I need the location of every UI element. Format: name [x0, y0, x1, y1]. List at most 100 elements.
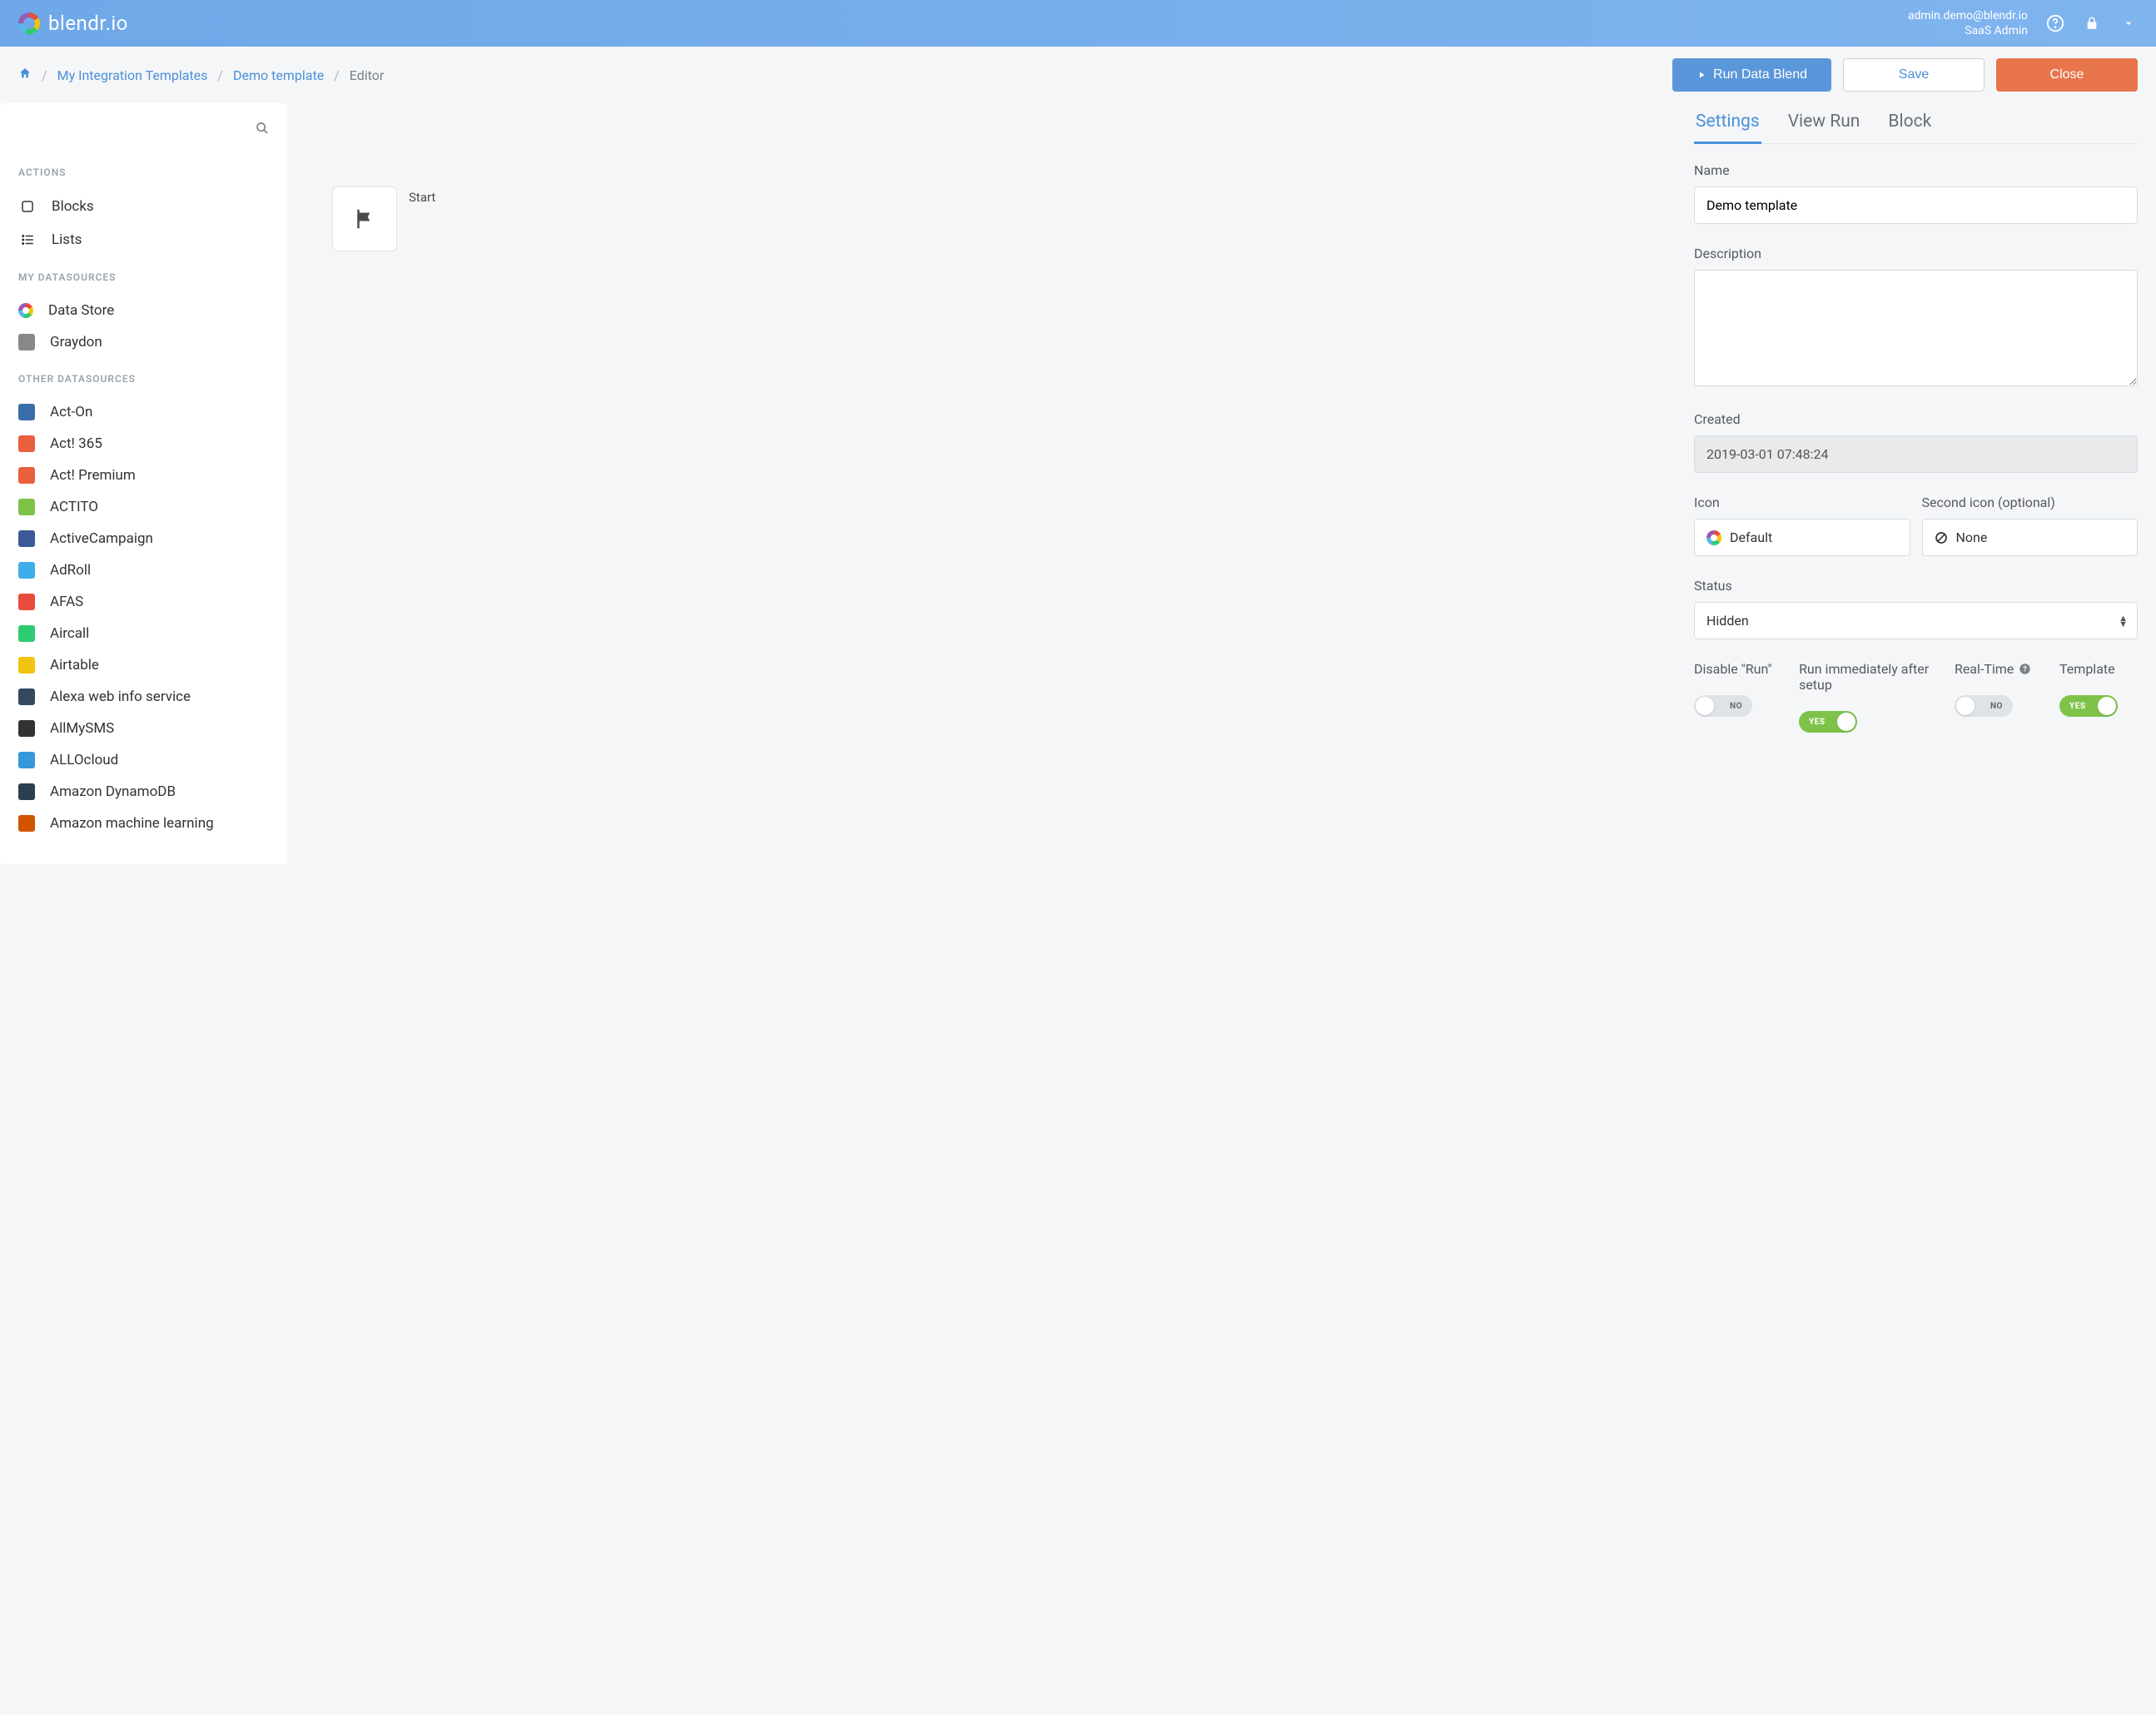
- start-node-box[interactable]: [332, 186, 397, 251]
- toggle-value: YES: [1809, 718, 1825, 727]
- sidebar-search[interactable]: [18, 117, 269, 152]
- start-node[interactable]: Start: [332, 186, 1649, 251]
- section-actions-head: ACTIONS: [18, 167, 269, 178]
- topbar: blendr.io admin.demo@blendr.io SaaS Admi…: [0, 0, 2156, 47]
- sidebar-item-label: Amazon machine learning: [50, 815, 214, 832]
- breadcrumb-templates[interactable]: My Integration Templates: [57, 67, 208, 83]
- sidebar-item-label: Blocks: [52, 198, 94, 215]
- sidebar-item-blocks[interactable]: Blocks: [18, 190, 269, 223]
- panel-tabs: Settings View Run Block: [1694, 103, 2138, 144]
- toggle-value: NO: [1730, 702, 1742, 711]
- breadcrumb-sep: /: [334, 67, 340, 83]
- sidebar-item-datasource[interactable]: Aircall: [18, 618, 269, 649]
- graydon-icon: [18, 334, 35, 350]
- disable-run-toggle[interactable]: NO: [1694, 695, 1752, 717]
- blendr-swirl-icon: [1706, 530, 1721, 545]
- topbar-right: admin.demo@blendr.io SaaS Admin: [1908, 8, 2138, 38]
- tab-block[interactable]: Block: [1886, 103, 1933, 144]
- icon-select[interactable]: Default: [1694, 519, 1910, 556]
- icon-label: Icon: [1694, 495, 1910, 510]
- lists-icon: [18, 231, 37, 249]
- toggle-knob: [1956, 697, 1975, 715]
- close-button[interactable]: Close: [1996, 58, 2138, 92]
- description-textarea[interactable]: [1694, 270, 2138, 386]
- none-icon: [1935, 531, 1948, 544]
- save-button[interactable]: Save: [1843, 58, 1985, 92]
- settings-panel: Settings View Run Block Name Description…: [1694, 103, 2156, 853]
- user-info: admin.demo@blendr.io SaaS Admin: [1908, 8, 2028, 38]
- help-icon[interactable]: ?: [2019, 663, 2031, 675]
- sidebar-item-label: ActiveCampaign: [50, 530, 153, 547]
- sidebar-item-datasource[interactable]: ActiveCampaign: [18, 523, 269, 554]
- datasource-icon: [18, 404, 35, 420]
- real-time-toggle[interactable]: NO: [1955, 695, 2013, 717]
- user-role: SaaS Admin: [1908, 23, 2028, 38]
- sidebar-item-datasource[interactable]: AdRoll: [18, 554, 269, 586]
- tab-settings[interactable]: Settings: [1694, 103, 1761, 144]
- sidebar-item-label: Lists: [52, 231, 82, 248]
- sidebar-item-datasource[interactable]: Act-On: [18, 396, 269, 428]
- template-label: Template: [2059, 661, 2138, 677]
- toggle-value: NO: [1990, 702, 2003, 711]
- sidebar-item-label: ALLOcloud: [50, 752, 118, 768]
- help-icon[interactable]: [2046, 14, 2064, 32]
- sidebar-item-label: Data Store: [48, 302, 114, 319]
- search-icon: [256, 122, 269, 135]
- canvas[interactable]: Start: [299, 103, 1682, 853]
- datasource-icon: [18, 467, 35, 484]
- sidebar-item-datasource[interactable]: Act! 365: [18, 428, 269, 460]
- run-after-setup-toggle[interactable]: YES: [1799, 711, 1857, 733]
- lock-icon[interactable]: [2083, 14, 2101, 32]
- sidebar-item-datasource[interactable]: ALLOcloud: [18, 744, 269, 776]
- datasource-icon: [18, 657, 35, 674]
- sidebar-item-label: Amazon DynamoDB: [50, 783, 176, 800]
- template-toggle[interactable]: YES: [2059, 695, 2118, 717]
- blocks-icon: [18, 197, 37, 216]
- run-button-label: Run Data Blend: [1713, 67, 1807, 82]
- sidebar-item-graydon[interactable]: Graydon: [18, 326, 269, 358]
- brand-text: blendr.io: [48, 12, 128, 35]
- sidebar-item-label: Graydon: [50, 334, 102, 350]
- disable-run-label: Disable "Run": [1694, 661, 1791, 677]
- flag-icon: [352, 206, 377, 231]
- brand-logo[interactable]: blendr.io: [18, 12, 128, 35]
- section-other-ds-head: OTHER DATASOURCES: [18, 373, 269, 385]
- sidebar-item-lists[interactable]: Lists: [18, 223, 269, 256]
- sidebar-item-datasource[interactable]: Alexa web info service: [18, 681, 269, 713]
- name-input[interactable]: [1694, 186, 2138, 224]
- close-button-label: Close: [2050, 67, 2084, 82]
- sidebar-item-label: Aircall: [50, 625, 89, 642]
- second-icon-select[interactable]: None: [1922, 519, 2139, 556]
- run-data-blend-button[interactable]: Run Data Blend: [1672, 58, 1831, 92]
- sidebar-item-label: AllMySMS: [50, 720, 114, 737]
- sidebar-item-datasource[interactable]: ACTITO: [18, 491, 269, 523]
- datasource-icon: [18, 562, 35, 579]
- status-select[interactable]: Hidden: [1694, 602, 2138, 639]
- sidebar-item-datasource[interactable]: Airtable: [18, 649, 269, 681]
- real-time-label: Real-Time ?: [1955, 661, 2051, 677]
- sidebar-item-data-store[interactable]: Data Store: [18, 295, 269, 326]
- main-layout: ACTIONS Blocks Lists MY DATASOURCES Data…: [0, 103, 2156, 864]
- home-icon[interactable]: [18, 67, 32, 83]
- save-button-label: Save: [1899, 67, 1929, 82]
- sidebar-item-datasource[interactable]: Act! Premium: [18, 460, 269, 491]
- tab-view-run[interactable]: View Run: [1786, 103, 1862, 144]
- header-actions: Run Data Blend Save Close: [1672, 58, 2138, 92]
- name-label: Name: [1694, 162, 2138, 178]
- sidebar-item-datasource[interactable]: Amazon machine learning: [18, 808, 269, 839]
- status-value: Hidden: [1706, 613, 1749, 629]
- datasource-icon: [18, 720, 35, 737]
- breadcrumb-demo[interactable]: Demo template: [233, 67, 324, 83]
- dropdown-caret-icon[interactable]: [2119, 14, 2138, 32]
- sidebar-item-label: Airtable: [50, 657, 99, 674]
- datasource-icon: [18, 499, 35, 515]
- datasource-icon: [18, 625, 35, 642]
- sidebar-item-datasource[interactable]: Amazon DynamoDB: [18, 776, 269, 808]
- sidebar-item-label: Act! Premium: [50, 467, 136, 484]
- toggle-knob: [2098, 697, 2116, 715]
- status-label: Status: [1694, 578, 2138, 594]
- datasource-icon: [18, 815, 35, 832]
- sidebar-item-datasource[interactable]: AFAS: [18, 586, 269, 618]
- datasource-icon: [18, 594, 35, 610]
- sidebar-item-datasource[interactable]: AllMySMS: [18, 713, 269, 744]
